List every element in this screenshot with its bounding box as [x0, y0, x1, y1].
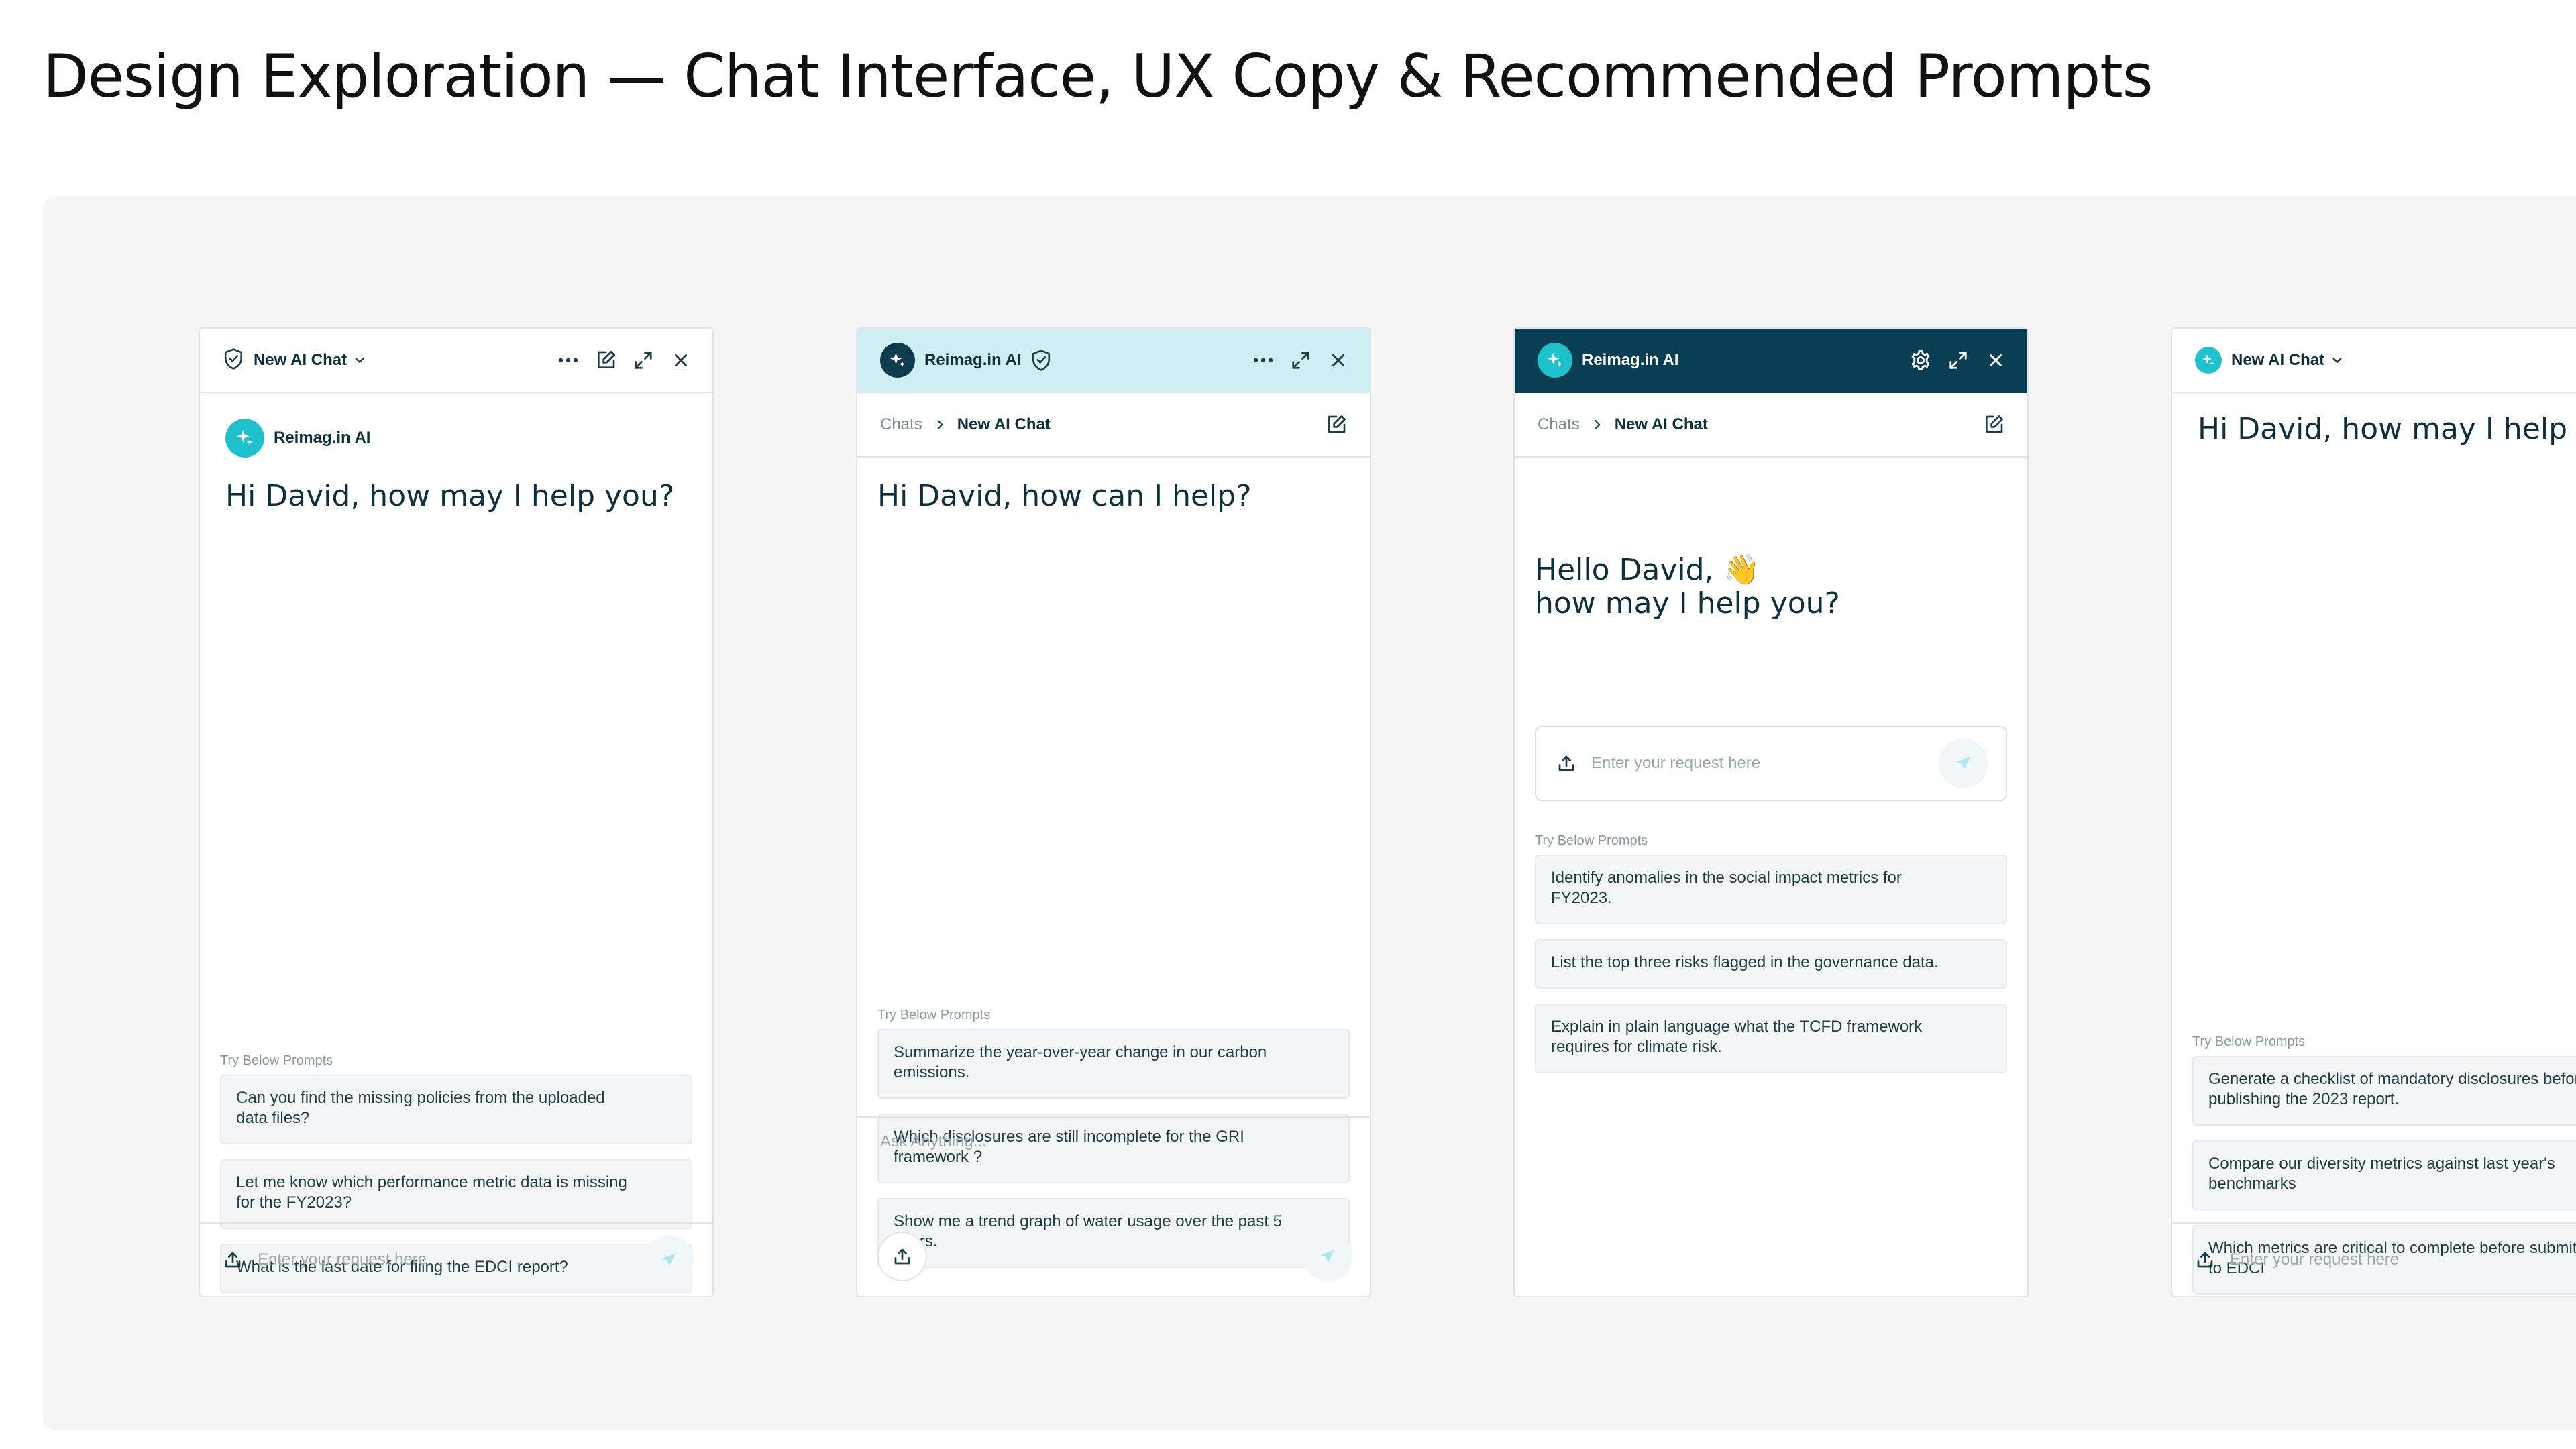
greeting-line-2: how may I help you? — [1535, 586, 1840, 621]
expand-icon[interactable] — [1945, 347, 1971, 373]
chat-input-box: Enter your request here — [1535, 726, 2007, 801]
try-prompts-label: Try Below Prompts — [1535, 833, 1648, 848]
try-prompts-label: Try Below Prompts — [2192, 1034, 2306, 1049]
chat-input[interactable]: Enter your request here — [2230, 1250, 2576, 1269]
chat-panel-variant-1: New AI Chat Reimag.in AI Hi David, how m… — [199, 327, 714, 1297]
chat-input[interactable]: Ask Anything... — [880, 1132, 987, 1151]
chevron-right-icon — [1591, 418, 1604, 431]
prompt-suggestion[interactable]: List the top three risks flagged in the … — [1535, 939, 2007, 989]
edit-icon[interactable] — [593, 347, 619, 373]
close-icon[interactable] — [1983, 347, 2008, 373]
prompt-suggestion[interactable]: Generate a checklist of mandatory disclo… — [2192, 1056, 2576, 1126]
page-title: Design Exploration — Chat Interface, UX … — [43, 42, 2153, 111]
upload-icon[interactable] — [1556, 753, 1576, 773]
prompt-suggestion[interactable]: Summarize the year-over-year change in o… — [877, 1029, 1350, 1099]
chat-input-row: Enter your request here — [2172, 1222, 2576, 1296]
breadcrumb-current: New AI Chat — [1614, 415, 1708, 433]
try-prompts-label: Try Below Prompts — [220, 1053, 333, 1068]
breadcrumb: Chats New AI Chat — [1515, 393, 2027, 458]
sparkle-icon — [2195, 347, 2222, 374]
assistant-name: Reimag.in AI — [274, 429, 371, 447]
try-prompts-label: Try Below Prompts — [877, 1008, 991, 1022]
greeting-line-1: Hello David, 👋 — [1535, 553, 1760, 587]
chat-header: New AI Chat — [2172, 329, 2576, 393]
chat-panel-variant-2: Reimag.in AI Chats New AI Chat Hi David,… — [856, 327, 1371, 1297]
greeting: Hi David, how can I help? — [877, 479, 1252, 513]
chat-input[interactable]: Enter your request here — [1591, 754, 1939, 773]
chat-title: Reimag.in AI — [924, 351, 1022, 369]
chevron-right-icon — [933, 418, 947, 431]
send-icon[interactable] — [1303, 1232, 1352, 1281]
upload-icon[interactable] — [877, 1232, 927, 1281]
gear-icon[interactable] — [1908, 347, 1933, 373]
sparkle-icon — [1538, 343, 1572, 378]
prompt-suggestion[interactable]: Explain in plain language what the TCFD … — [1535, 1004, 2007, 1073]
chat-header: Reimag.in AI — [1515, 329, 2027, 393]
edit-icon[interactable] — [1326, 414, 1347, 435]
chat-title[interactable]: New AI Chat — [2231, 351, 2324, 370]
chat-header: Reimag.in AI — [857, 329, 1370, 393]
breadcrumb-chats[interactable]: Chats — [880, 415, 922, 434]
chat-input[interactable]: Enter your request here — [258, 1250, 644, 1269]
greeting: Hi David, how may I help you? — [2198, 412, 2576, 446]
chat-title[interactable]: New AI Chat — [254, 351, 347, 370]
more-icon[interactable] — [555, 347, 581, 373]
close-icon[interactable] — [668, 347, 694, 373]
upload-icon[interactable] — [223, 1250, 243, 1270]
expand-icon[interactable] — [631, 347, 656, 373]
more-icon[interactable] — [1250, 347, 1276, 373]
chevron-down-icon[interactable] — [352, 353, 367, 368]
upload-icon[interactable] — [2195, 1250, 2215, 1270]
chevron-down-icon[interactable] — [2330, 353, 2345, 368]
sparkle-icon — [225, 419, 264, 458]
chat-title: Reimag.in AI — [1582, 351, 1679, 369]
edit-icon[interactable] — [1983, 414, 2004, 435]
breadcrumb-chats[interactable]: Chats — [1538, 415, 1580, 434]
chat-panel-variant-4: New AI Chat Hi David, how may I help you… — [2171, 327, 2576, 1297]
breadcrumb-current: New AI Chat — [957, 415, 1051, 433]
prompt-suggestion[interactable]: Identify anomalies in the social impact … — [1535, 855, 2007, 924]
breadcrumb: Chats New AI Chat — [857, 393, 1370, 458]
prompt-suggestion[interactable]: Let me know which performance metric dat… — [220, 1159, 692, 1229]
send-icon[interactable] — [644, 1235, 694, 1285]
shield-check-icon — [223, 347, 244, 374]
prompt-suggestion[interactable]: Can you find the missing policies from t… — [220, 1075, 692, 1144]
chat-input-area: Ask Anything... — [857, 1116, 1370, 1296]
chat-header: New AI Chat — [200, 329, 712, 393]
expand-icon[interactable] — [1288, 347, 1313, 373]
shield-check-icon — [1030, 349, 1052, 372]
prompt-suggestion[interactable]: Compare our diversity metrics against la… — [2192, 1140, 2576, 1210]
send-icon[interactable] — [1939, 739, 1988, 788]
chat-input-row: Enter your request here — [200, 1222, 712, 1296]
assistant-brand: Reimag.in AI — [225, 419, 370, 458]
close-icon[interactable] — [1326, 347, 1351, 373]
greeting: Hi David, how may I help you? — [225, 479, 675, 513]
chat-panel-variant-3: Reimag.in AI Chats New AI Chat Hello Dav… — [1513, 327, 2029, 1297]
design-canvas: New AI Chat Reimag.in AI Hi David, how m… — [43, 196, 2576, 1430]
sparkle-icon — [880, 343, 915, 378]
